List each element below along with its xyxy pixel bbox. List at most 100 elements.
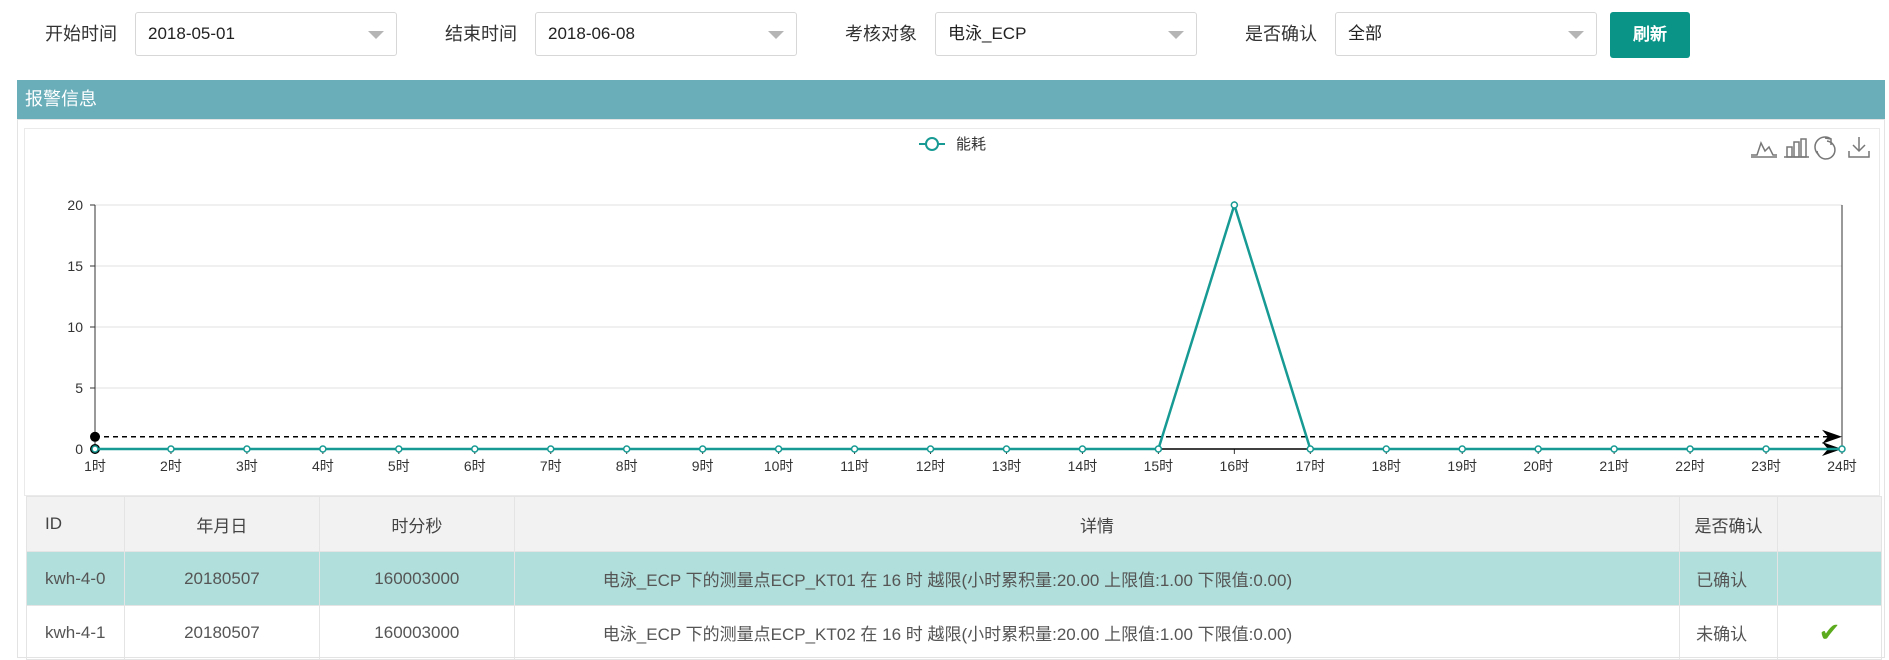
target-value: 电泳_ECP xyxy=(948,24,1027,43)
data-point[interactable] xyxy=(1838,445,1846,453)
chevron-down-icon xyxy=(1168,31,1184,39)
x-tick-label: 12时 xyxy=(916,458,946,474)
x-tick-label: 20时 xyxy=(1523,458,1553,474)
chevron-down-icon xyxy=(768,31,784,39)
y-tick-label: 10 xyxy=(67,319,83,335)
col-header-action xyxy=(1777,496,1882,552)
x-tick-label: 5时 xyxy=(388,458,410,474)
data-point[interactable] xyxy=(395,445,403,453)
end-time-label: 结束时间 xyxy=(445,24,517,44)
chart-grid xyxy=(95,204,1842,450)
data-point[interactable] xyxy=(1534,445,1542,453)
y-tick-label: 20 xyxy=(67,197,83,213)
energy-line-chart: 能耗 0 5 1015201时 2时 3时 4时 5时 6时 7时 8时 9时 10… xyxy=(67,136,1870,474)
x-tick-label: 3时 xyxy=(236,458,258,474)
x-tick-label: 23时 xyxy=(1751,458,1781,474)
col-header-date[interactable]: 年月日 xyxy=(123,496,320,552)
data-point[interactable] xyxy=(1458,445,1466,453)
data-point[interactable] xyxy=(1002,445,1011,453)
confirm-check-icon[interactable]: ✔ xyxy=(1819,617,1841,647)
cell-action[interactable]: ✔ xyxy=(1777,605,1882,660)
start-time-select[interactable]: 2018-05-01 xyxy=(135,12,397,56)
table-row[interactable]: kwh-4-1 20180507 160003000 电泳_ECP 下的测量点E… xyxy=(26,605,1882,660)
download-icon[interactable] xyxy=(1848,137,1870,158)
data-point[interactable] xyxy=(1306,445,1315,453)
data-point[interactable] xyxy=(546,445,555,453)
end-time-select[interactable]: 2018-06-08 xyxy=(535,12,797,56)
chart-toolbox xyxy=(1751,136,1870,160)
y-tick-label: 0 xyxy=(75,441,83,457)
cell-action xyxy=(1777,551,1882,606)
x-tick-label: 15时 xyxy=(1144,458,1174,474)
data-point[interactable] xyxy=(1610,445,1618,453)
col-header-id[interactable]: ID xyxy=(26,496,125,552)
x-tick-label: 2时 xyxy=(160,458,182,474)
x-tick-label: 4时 xyxy=(312,458,334,474)
data-point[interactable] xyxy=(698,445,707,453)
x-tick-label: 14时 xyxy=(1068,458,1098,474)
data-point[interactable] xyxy=(850,445,859,453)
data-point[interactable] xyxy=(774,445,783,453)
x-tick-label: 21时 xyxy=(1599,458,1629,474)
legend-circle-icon xyxy=(925,137,939,151)
data-point[interactable] xyxy=(1230,201,1239,209)
cell-confirmed: 未确认 xyxy=(1679,605,1779,660)
chart-legend[interactable]: 能耗 xyxy=(919,136,986,153)
target-label: 考核对象 xyxy=(845,24,917,44)
data-point[interactable] xyxy=(926,445,935,453)
confirmed-value: 全部 xyxy=(1348,24,1382,43)
chevron-down-icon xyxy=(1568,31,1584,39)
data-point[interactable] xyxy=(91,445,99,453)
y-tick-label: 15 xyxy=(67,258,83,274)
confirmed-label: 是否确认 xyxy=(1245,24,1317,44)
x-tick-label: 11时 xyxy=(840,458,869,474)
x-tick-label: 18时 xyxy=(1371,458,1401,474)
x-tick-label: 6时 xyxy=(464,458,486,474)
alarm-table: ID 年月日 时分秒 详情 是否确认 kwh-4-0 20180507 1600… xyxy=(26,496,1882,660)
data-point[interactable] xyxy=(1686,445,1694,453)
x-tick-label: 1时 xyxy=(84,458,106,474)
threshold-lines xyxy=(90,429,1842,456)
refresh-button[interactable]: 刷新 xyxy=(1610,12,1690,58)
x-tick-label: 17时 xyxy=(1296,458,1326,474)
cell-confirmed: 已确认 xyxy=(1679,551,1779,606)
end-time-value: 2018-06-08 xyxy=(548,24,635,43)
data-point[interactable] xyxy=(1154,445,1163,453)
restore-icon[interactable] xyxy=(1814,136,1836,160)
data-point[interactable] xyxy=(1762,445,1770,453)
x-tick-label: 24时 xyxy=(1827,458,1857,474)
chart-axes: 0 5 10 15 20 1时 2时 3时 4时 5时 6时 7时 8时 9时 10时 11时 12时 13时 14… xyxy=(67,197,1856,474)
y-tick-label: 5 xyxy=(75,380,83,396)
data-point[interactable] xyxy=(1382,445,1391,453)
table-row[interactable]: kwh-4-0 20180507 160003000 电泳_ECP 下的测量点E… xyxy=(26,551,1882,606)
line-chart-icon[interactable] xyxy=(1751,141,1777,158)
start-time-value: 2018-05-01 xyxy=(148,24,235,43)
x-tick-label: 22时 xyxy=(1675,458,1705,474)
table-header-row: ID 年月日 时分秒 详情 是否确认 xyxy=(26,496,1882,552)
target-select[interactable]: 电泳_ECP xyxy=(935,12,1197,56)
x-tick-label: 13时 xyxy=(992,458,1022,474)
cell-id: kwh-4-1 xyxy=(26,605,125,660)
cell-date: 20180507 xyxy=(123,605,320,660)
data-point[interactable] xyxy=(471,445,479,453)
col-header-confirmed[interactable]: 是否确认 xyxy=(1679,496,1779,552)
bar-chart-icon[interactable] xyxy=(1784,138,1809,158)
confirmed-select[interactable]: 全部 xyxy=(1335,12,1597,56)
cell-time: 160003000 xyxy=(318,551,515,606)
cell-detail: 电泳_ECP 下的测量点ECP_KT02 在 16 时 越限(小时累积量:20.… xyxy=(513,605,1681,660)
data-point[interactable] xyxy=(1078,445,1087,453)
legend-label: 能耗 xyxy=(956,136,986,153)
filter-bar: 开始时间 2018-05-01 结束时间 2018-06-08 考核对象 电泳_… xyxy=(0,0,1889,78)
chevron-down-icon xyxy=(368,31,384,39)
data-point[interactable] xyxy=(243,445,251,453)
cell-time: 160003000 xyxy=(318,605,515,660)
data-point[interactable] xyxy=(167,445,175,453)
data-point[interactable] xyxy=(622,445,631,453)
x-tick-label: 7时 xyxy=(540,458,562,474)
x-tick-label: 16时 xyxy=(1220,458,1250,474)
col-header-detail[interactable]: 详情 xyxy=(513,496,1681,552)
col-header-time[interactable]: 时分秒 xyxy=(318,496,515,552)
chart-container: 能耗 0 5 10 15 20 1时 2时 3时 4时 5时 6时 7时 8时 … xyxy=(24,128,1880,496)
data-point[interactable] xyxy=(319,445,327,453)
panel-title: 报警信息 xyxy=(17,80,1885,119)
